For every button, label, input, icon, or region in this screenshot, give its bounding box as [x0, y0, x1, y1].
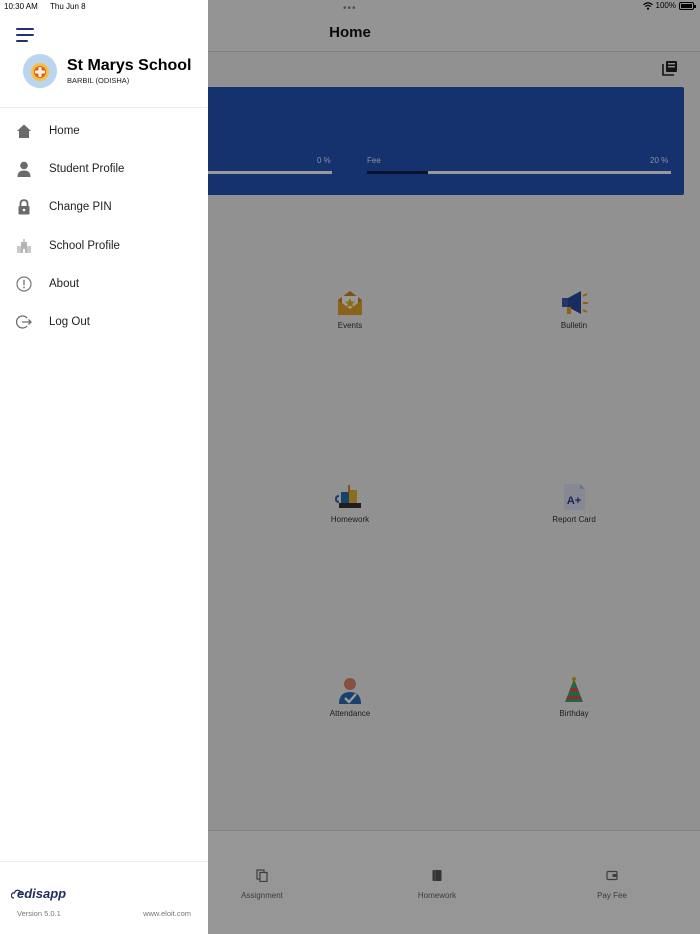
school-icon [17, 239, 31, 253]
drawer-divider [0, 107, 208, 108]
website-link[interactable]: www.eloit.com [143, 909, 191, 918]
navigation-drawer: St Marys School BARBIL (ODISHA) Home Stu… [0, 0, 208, 934]
logout-icon [16, 315, 32, 329]
info-icon [16, 276, 32, 292]
drawer-item-about[interactable]: About [0, 268, 208, 300]
drawer-item-label: Change PIN [49, 201, 112, 213]
status-time: 10:30 AM [4, 2, 38, 11]
drawer-item-label: School Profile [49, 240, 120, 252]
status-indicators: 100% [642, 1, 696, 10]
drawer-item-label: About [49, 278, 80, 290]
drawer-item-change-pin[interactable]: Change PIN [0, 191, 208, 223]
wifi-icon [642, 1, 653, 10]
app-version: Version 5.0.1 [17, 909, 61, 918]
lock-icon [18, 199, 30, 215]
menu-icon[interactable] [16, 28, 34, 42]
brand-logo: edisapp [17, 886, 67, 901]
drawer-item-school-profile[interactable]: School Profile [0, 230, 208, 262]
drawer-item-student-profile[interactable]: Student Profile [0, 153, 208, 185]
school-logo [23, 54, 57, 88]
school-name: St Marys School [67, 57, 192, 74]
drawer-item-label: Student Profile [49, 163, 125, 175]
battery-icon [679, 1, 696, 10]
school-location: BARBIL (ODISHA) [67, 76, 130, 85]
battery-percent: 100% [655, 1, 676, 10]
person-icon [17, 161, 31, 177]
drawer-item-label: Log Out [49, 316, 90, 328]
drawer-item-label: Home [49, 125, 80, 137]
drawer-item-log-out[interactable]: Log Out [0, 306, 208, 338]
home-icon [17, 124, 31, 138]
drawer-item-home[interactable]: Home [0, 115, 208, 147]
drawer-footer: edisapp Version 5.0.1 www.eloit.com [0, 861, 208, 934]
status-date: Thu Jun 8 [50, 2, 86, 11]
status-bar: 10:30 AM Thu Jun 8 100% [0, 0, 700, 14]
